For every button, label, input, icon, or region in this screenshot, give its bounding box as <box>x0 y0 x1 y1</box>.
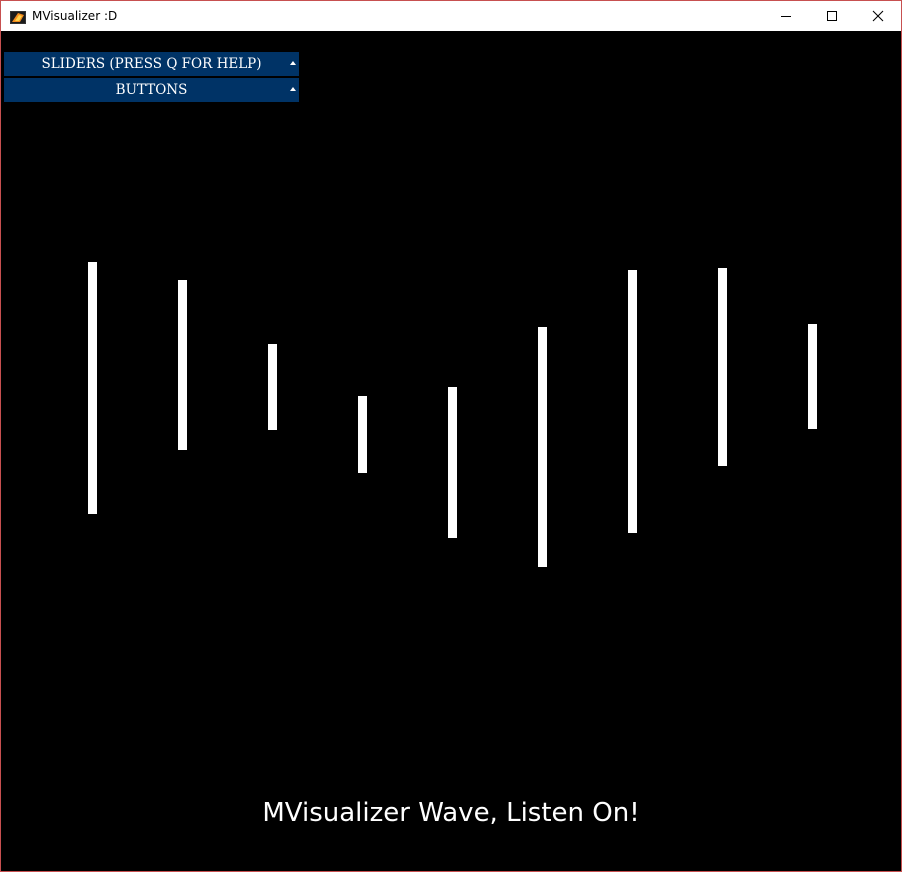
app-icon <box>10 9 26 24</box>
wave-bar <box>628 270 637 533</box>
buttons-panel-label: BUTTONS <box>115 82 188 98</box>
window-title: MVisualizer :D <box>32 9 118 23</box>
wave-bar <box>358 396 367 473</box>
buttons-panel-header[interactable]: BUTTONS <box>4 78 299 102</box>
caret-up-icon <box>290 87 296 91</box>
wave-bar <box>538 327 547 567</box>
caret-up-icon <box>290 61 296 65</box>
visualizer-caption: MVisualizer Wave, Listen On! <box>262 798 640 828</box>
app-window: MVisualizer :D SLIDERS (PRESS Q FOR HELP… <box>0 0 902 872</box>
wave-bar <box>718 268 727 466</box>
maximize-button[interactable] <box>809 1 855 31</box>
sliders-panel-header[interactable]: SLIDERS (PRESS Q FOR HELP) <box>4 52 299 76</box>
wave-bar <box>178 280 187 450</box>
close-button[interactable] <box>855 1 901 31</box>
maximize-icon <box>827 11 837 21</box>
minimize-button[interactable] <box>763 1 809 31</box>
close-icon <box>872 10 884 22</box>
wave-bar <box>808 324 817 429</box>
wave-bar <box>88 262 97 514</box>
wave-bar <box>268 344 277 430</box>
minimize-icon <box>781 16 791 17</box>
visualizer-canvas[interactable]: SLIDERS (PRESS Q FOR HELP) BUTTONS MVisu… <box>1 31 901 871</box>
wave-bar <box>448 387 457 538</box>
title-bar[interactable]: MVisualizer :D <box>1 1 901 31</box>
sliders-panel-label: SLIDERS (PRESS Q FOR HELP) <box>41 56 262 72</box>
